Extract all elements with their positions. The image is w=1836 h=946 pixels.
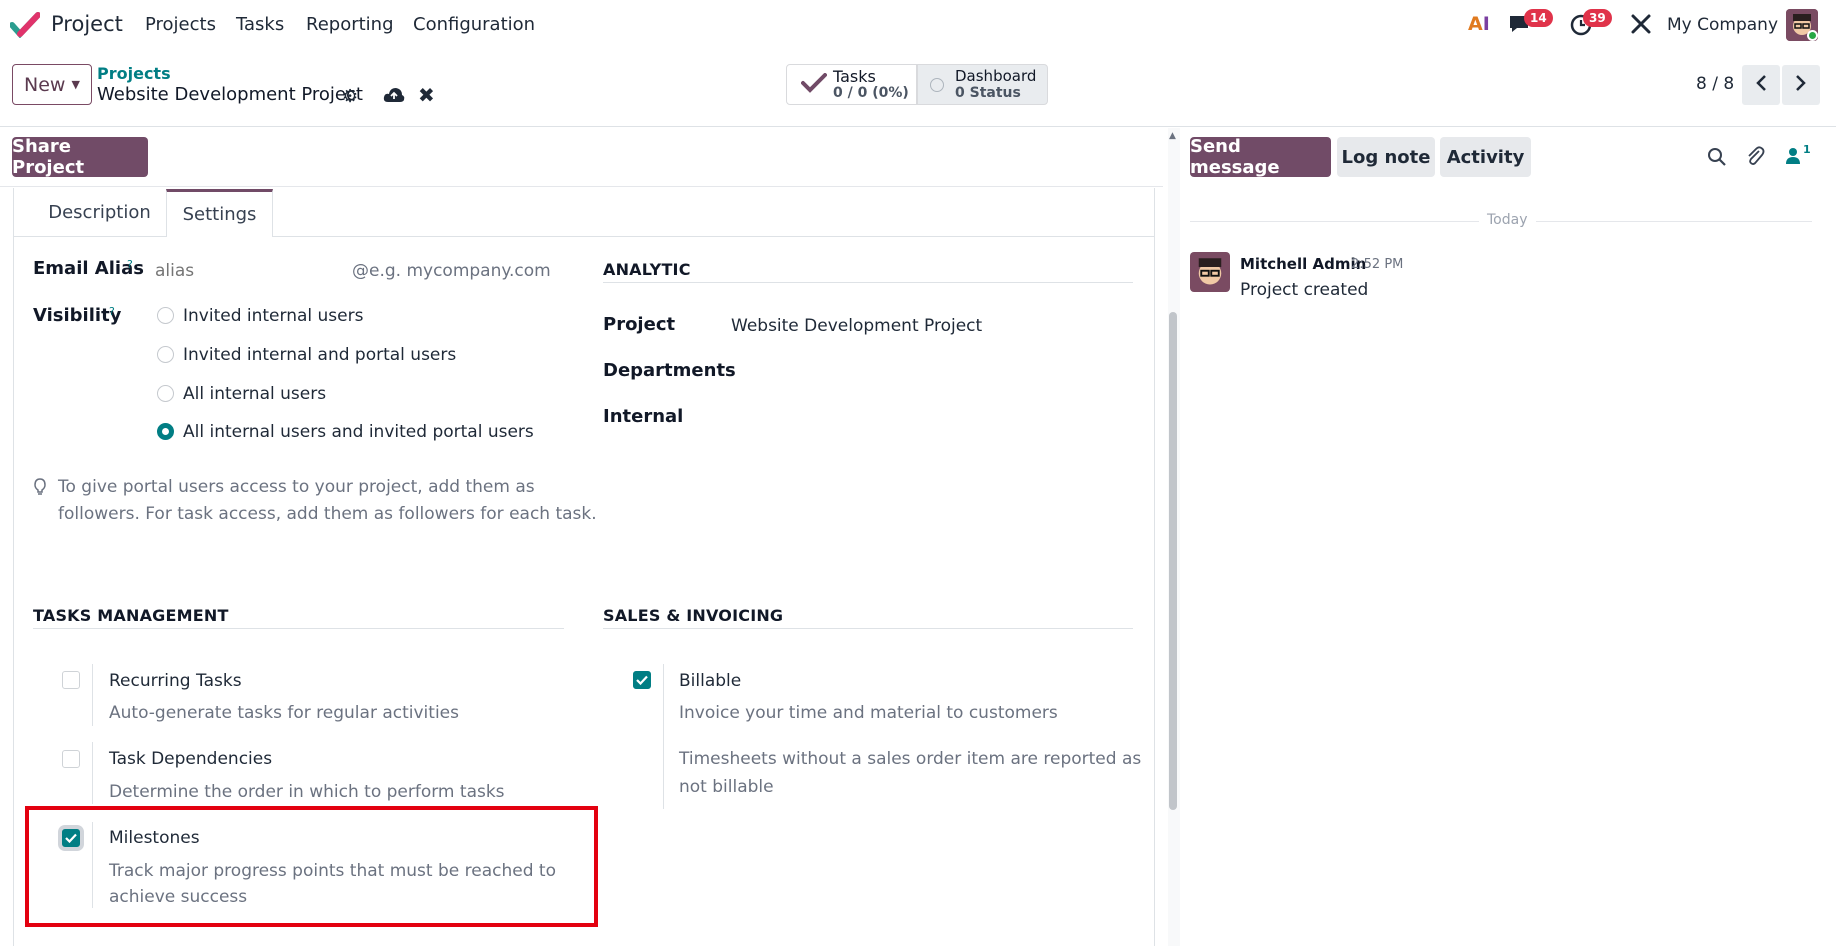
menu-tasks[interactable]: Tasks: [236, 14, 284, 35]
menu-reporting[interactable]: Reporting: [306, 14, 394, 35]
message-body: Project created: [1240, 280, 1369, 300]
visibility-option-label[interactable]: Invited internal and portal users: [183, 345, 456, 365]
message-author[interactable]: Mitchell Admin: [1240, 255, 1366, 273]
cloud-save-icon[interactable]: [383, 86, 405, 108]
dashboard-stat-label: Dashboard: [955, 66, 1037, 85]
email-domain-field[interactable]: @e.g. mycompany.com: [352, 261, 551, 281]
app-name[interactable]: Project: [51, 12, 123, 36]
caret-down-icon: ▼: [71, 78, 80, 91]
setting-divider: [92, 742, 93, 804]
visibility-option-label[interactable]: All internal users and invited portal us…: [183, 422, 534, 442]
message-time: 2:52 PM: [1351, 257, 1404, 272]
activity-button[interactable]: Activity: [1440, 137, 1531, 177]
search-icon[interactable]: [1707, 147, 1727, 171]
tab-settings[interactable]: Settings: [166, 189, 273, 236]
followers-count: 1: [1803, 143, 1811, 156]
portal-hint-line1: To give portal users access to your proj…: [58, 477, 535, 497]
visibility-option-label[interactable]: Invited internal users: [183, 306, 363, 326]
user-avatar[interactable]: [1786, 9, 1818, 41]
portal-hint-line2: followers. For task access, add them as …: [58, 504, 597, 524]
ai-icon[interactable]: AI: [1468, 13, 1490, 35]
menu-configuration[interactable]: Configuration: [413, 14, 535, 35]
setting-divider: [663, 664, 664, 809]
pager-value[interactable]: 8 / 8: [1696, 74, 1734, 94]
task-dependencies-checkbox[interactable]: [62, 750, 80, 768]
status-circle-icon: [930, 77, 944, 92]
tools-icon[interactable]: [1630, 13, 1652, 39]
tasks-stat-value: 0 / 0 (0%): [833, 84, 909, 101]
new-button[interactable]: New ▼: [12, 64, 92, 105]
pager-next-button[interactable]: [1782, 65, 1820, 105]
billable-desc: Invoice your time and material to custom…: [679, 703, 1058, 723]
internal-field-label: Internal: [603, 406, 684, 427]
sales-invoicing-title: SALES & INVOICING: [603, 606, 784, 625]
visibility-option-label[interactable]: All internal users: [183, 384, 326, 404]
billable-label[interactable]: Billable: [679, 671, 741, 691]
chevron-left-icon: [1755, 74, 1767, 96]
active-tab-gap: [167, 235, 272, 237]
checkmark-icon: [636, 675, 648, 685]
visibility-radio-all-internal-portal[interactable]: [157, 423, 174, 440]
record-title: Website Development Project: [97, 84, 363, 105]
email-alias-input[interactable]: [155, 258, 345, 284]
recurring-tasks-desc: Auto-generate tasks for regular activiti…: [109, 703, 459, 723]
paperclip-icon[interactable]: [1745, 145, 1765, 171]
lightbulb-icon: [33, 477, 47, 501]
tasks-stat-button[interactable]: Tasks 0 / 0 (0%): [786, 64, 917, 105]
breadcrumb-projects[interactable]: Projects: [97, 64, 171, 83]
recurring-tasks-checkbox[interactable]: [62, 671, 80, 689]
dashboard-stat-button[interactable]: Dashboard 0 Status: [917, 64, 1048, 105]
scroll-up-arrow-icon[interactable]: ▲: [1169, 131, 1176, 141]
chevron-right-icon: [1795, 74, 1807, 96]
send-message-button[interactable]: Send message: [1190, 136, 1331, 178]
date-separator: Today: [1479, 212, 1536, 228]
visibility-radio-invited-internal[interactable]: [157, 307, 174, 324]
departments-field-label: Departments: [603, 360, 736, 381]
form-scrollbar-thumb[interactable]: [1169, 312, 1177, 810]
visibility-radio-all-internal[interactable]: [157, 385, 174, 402]
new-button-label: New: [24, 73, 66, 96]
company-switcher[interactable]: My Company: [1667, 15, 1778, 35]
chatter-panel: [1181, 127, 1836, 946]
visibility-help[interactable]: ?: [109, 305, 115, 318]
form-statusbar: [0, 127, 1163, 187]
project-field-label: Project: [603, 314, 676, 335]
followers-icon[interactable]: [1785, 147, 1801, 169]
milestones-highlight-box: [25, 806, 598, 927]
tasks-stat-label: Tasks: [833, 66, 876, 86]
check-icon: [801, 72, 827, 97]
setting-divider: [92, 664, 93, 726]
log-note-button[interactable]: Log note: [1337, 137, 1435, 177]
visibility-radio-invited-portal[interactable]: [157, 346, 174, 363]
tasks-management-title: TASKS MANAGEMENT: [33, 606, 229, 625]
share-project-button[interactable]: Share Project: [12, 136, 148, 178]
analytic-divider: [603, 282, 1133, 283]
task-dependencies-desc: Determine the order in which to perform …: [109, 782, 505, 802]
email-alias-help[interactable]: ?: [127, 258, 133, 271]
task-dependencies-label[interactable]: Task Dependencies: [109, 749, 272, 769]
message-author-avatar[interactable]: [1190, 252, 1230, 292]
recurring-tasks-label[interactable]: Recurring Tasks: [109, 671, 242, 691]
messages-badge: 14: [1524, 9, 1553, 27]
dashboard-stat-value: 0 Status: [955, 84, 1021, 101]
billable-note-line2: not billable: [679, 777, 774, 797]
analytic-section-title: ANALYTIC: [603, 260, 691, 279]
tasks-management-divider: [33, 628, 564, 629]
top-navbar: Project Projects Tasks Reporting Configu…: [0, 0, 1836, 50]
sales-invoicing-divider: [603, 628, 1133, 629]
discard-icon[interactable]: ✖: [418, 83, 435, 107]
activities-badge: 39: [1583, 9, 1612, 27]
billable-checkbox[interactable]: [633, 671, 651, 689]
gear-icon[interactable]: ⚙: [342, 86, 358, 107]
tab-description[interactable]: Description: [33, 189, 166, 236]
billable-note-line1: Timesheets without a sales order item ar…: [679, 749, 1142, 769]
project-field-value[interactable]: Website Development Project: [731, 316, 982, 336]
pager-previous-button[interactable]: [1742, 65, 1780, 105]
app-logo-icon[interactable]: [9, 12, 41, 39]
menu-projects[interactable]: Projects: [145, 14, 216, 35]
